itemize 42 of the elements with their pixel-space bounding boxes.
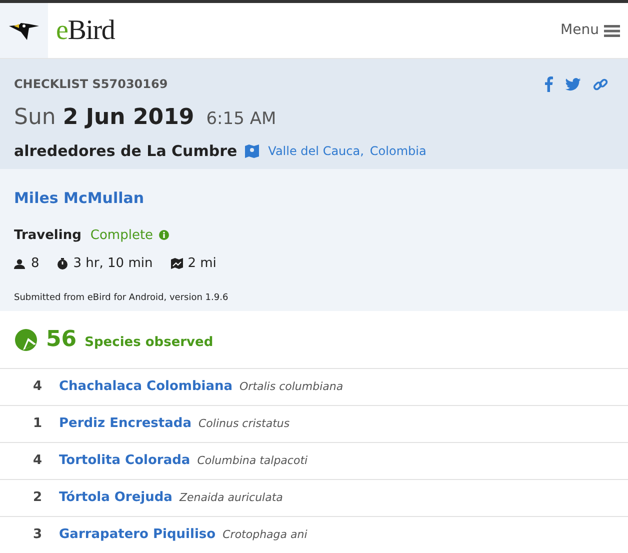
- complete-status: Complete: [90, 226, 154, 244]
- observer-name[interactable]: Miles McMullan: [14, 187, 614, 210]
- scientific-name: Crotophaga ani: [222, 526, 308, 543]
- species-icon: [14, 328, 38, 352]
- ebird-logo[interactable]: eBird: [56, 16, 115, 44]
- country-link[interactable]: Colombia: [370, 142, 426, 160]
- common-name-link[interactable]: Tórtola Orejuda: [59, 488, 172, 508]
- location-name: alrededores de La Cumbre: [14, 141, 238, 162]
- scientific-name: Colinus cristatus: [198, 416, 290, 432]
- checklist-id: CHECKLIST S57030169: [14, 76, 168, 93]
- map-icon[interactable]: [245, 144, 260, 158]
- scientific-name: Columbina talpacoti: [197, 452, 308, 469]
- checklist-time: 6:15 AM: [206, 108, 276, 131]
- submission-note: Submitted from eBird for Android, version 1.9.6: [14, 292, 230, 304]
- distance: 2 mi: [188, 255, 216, 273]
- protocol-label: Traveling: [14, 226, 82, 244]
- checklist-date: Sun 2 Jun 2019: [14, 104, 194, 132]
- scientific-name: Zenaida auriculata: [179, 490, 283, 506]
- stopwatch-icon: [57, 258, 68, 270]
- species-count-cell-text: 4: [32, 378, 42, 396]
- map-route-icon: [170, 258, 183, 270]
- scientific-name: Ortalis columbiana: [240, 378, 344, 395]
- species-count-cell-text: 2: [32, 489, 42, 508]
- menu-icon: [604, 24, 620, 38]
- duration: 3 hr, 10 min: [73, 255, 153, 273]
- species-observed-label: Species observed: [84, 334, 214, 352]
- species-count: 56: [46, 326, 77, 354]
- common-name-link[interactable]: Garrapatero Piquiliso: [59, 525, 216, 545]
- species-count-cell-text: 1: [32, 415, 42, 434]
- species-count-cell-text: 4: [32, 452, 42, 470]
- facebook-icon[interactable]: [544, 76, 553, 92]
- species-count-cell-text: 3: [32, 526, 42, 544]
- menu-button[interactable]: Menu: [560, 20, 620, 41]
- region-link[interactable]: Valle del Cauca,: [268, 142, 364, 160]
- info-icon[interactable]: [159, 230, 170, 240]
- observer-count: 8: [31, 255, 40, 273]
- common-name-link[interactable]: Tortolita Colorada: [59, 451, 190, 471]
- person-icon: [14, 258, 25, 269]
- common-name-link[interactable]: Chachalaca Colombiana: [59, 377, 233, 397]
- link-icon[interactable]: [593, 76, 608, 92]
- twitter-icon[interactable]: [565, 78, 581, 90]
- common-name-link[interactable]: Perdiz Encrestada: [59, 414, 192, 434]
